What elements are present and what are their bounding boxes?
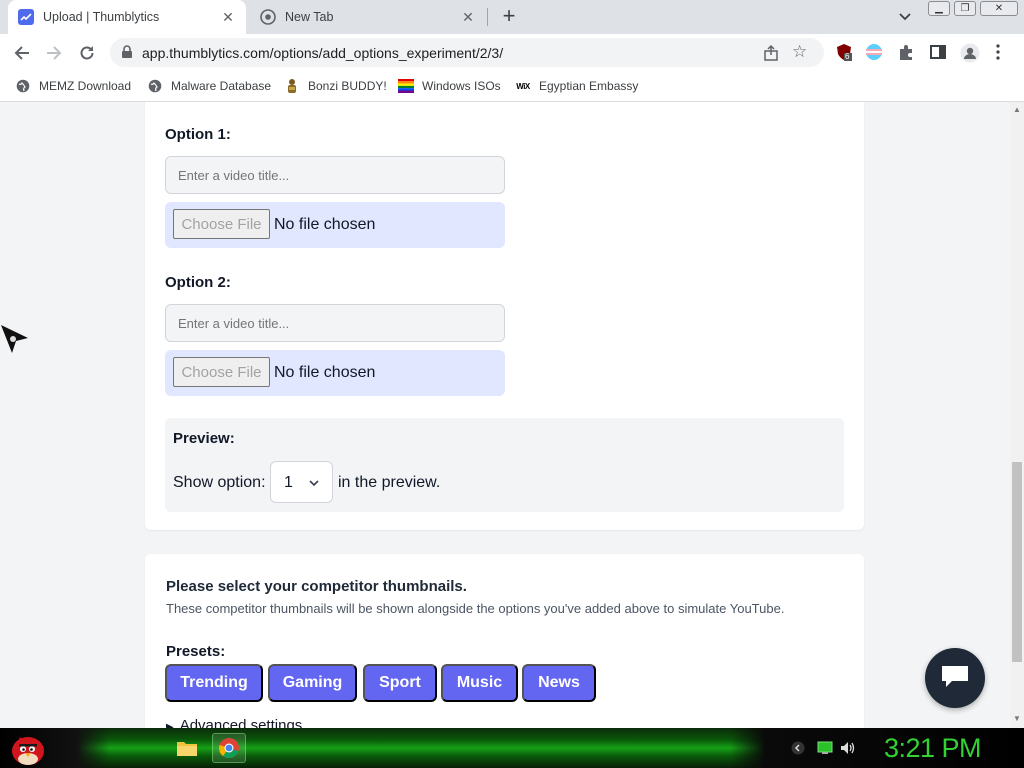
bookmark-label: Bonzi BUDDY! xyxy=(308,79,387,93)
show-option-label: Show option: xyxy=(173,474,266,491)
presets-label: Presets: xyxy=(166,643,226,660)
taskbar-clock[interactable]: 3:21 PM xyxy=(884,733,982,764)
chat-bubble-icon xyxy=(940,663,970,694)
bookmark-windows-isos[interactable]: Windows ISOs xyxy=(398,77,501,95)
tray-arrow-icon[interactable] xyxy=(790,740,806,756)
advanced-settings-toggle[interactable]: ▶ Advanced settings xyxy=(166,717,302,728)
thumblytics-favicon-icon xyxy=(18,9,34,25)
chrome-favicon-icon xyxy=(260,9,276,25)
preset-sport-button[interactable]: Sport xyxy=(363,664,437,702)
chrome-taskbar-icon[interactable] xyxy=(212,733,246,763)
menu-kebab-icon[interactable] xyxy=(995,43,1005,61)
file-explorer-folder-icon[interactable] xyxy=(170,733,204,763)
bookmark-label: Egyptian Embassy xyxy=(539,79,639,93)
taskbar: 3:21 PM xyxy=(0,728,1024,768)
chat-widget-button[interactable] xyxy=(925,648,985,708)
selected-option-value: 1 xyxy=(284,474,293,491)
scrollbar-thumb[interactable] xyxy=(1012,462,1022,662)
preset-trending-button[interactable]: Trending xyxy=(165,664,263,702)
globe-icon xyxy=(15,78,31,94)
choose-file-button[interactable]: Choose File xyxy=(173,209,270,239)
close-window-icon[interactable]: ✕ xyxy=(980,1,1018,16)
restore-window-icon[interactable]: ❐ xyxy=(954,1,976,16)
bookmark-label: MEMZ Download xyxy=(39,79,132,93)
tab-thumblytics[interactable]: Upload | Thumblytics ✕ xyxy=(8,0,246,34)
tab-close-icon[interactable]: ✕ xyxy=(220,9,236,25)
file-status-text: No file chosen xyxy=(274,216,376,233)
tab-close-icon[interactable]: ✕ xyxy=(460,9,476,25)
mouse-cursor-icon xyxy=(0,324,30,354)
tab-separator xyxy=(487,8,488,26)
minimize-window-icon[interactable]: ▁ xyxy=(928,1,950,16)
tab-new-tab[interactable]: New Tab ✕ xyxy=(250,0,486,34)
bookmark-label: Windows ISOs xyxy=(422,79,501,93)
bookmark-bonzi-buddy[interactable]: Bonzi BUDDY! xyxy=(284,77,387,95)
address-bar[interactable]: app.thumblytics.com/options/add_options_… xyxy=(110,38,824,67)
tab-title: Upload | Thumblytics xyxy=(43,10,160,24)
preset-news-button[interactable]: News xyxy=(522,664,596,702)
tab-strip: Upload | Thumblytics ✕ New Tab ✕ + ▁ ❐ ✕ xyxy=(0,0,1024,34)
tab-search-chevron-icon[interactable] xyxy=(896,8,914,26)
ublock-extension-icon[interactable]: 6 xyxy=(835,43,853,61)
competitor-card: Please select your competitor thumbnails… xyxy=(145,554,864,728)
option-1-file-input[interactable]: Choose File No file chosen xyxy=(165,202,505,248)
preview-title: Preview: xyxy=(173,430,235,447)
option-1-title-input[interactable] xyxy=(165,156,505,194)
advanced-settings-label: Advanced settings xyxy=(179,717,303,728)
reload-icon[interactable] xyxy=(76,42,98,64)
tab-title: New Tab xyxy=(285,10,334,24)
scroll-up-arrow-icon[interactable]: ▲ xyxy=(1013,106,1021,114)
lock-icon xyxy=(120,45,134,59)
page-scrollbar[interactable]: ▲ ▼ xyxy=(1010,102,1024,728)
file-status-text: No file chosen xyxy=(274,364,376,381)
in-preview-label: in the preview. xyxy=(338,474,441,491)
network-monitor-icon[interactable] xyxy=(817,740,833,756)
extensions-puzzle-icon[interactable] xyxy=(897,43,915,61)
bookmarks-bar: MEMZ Download Malware Database Bonzi BUD… xyxy=(0,71,1024,102)
bonzi-icon xyxy=(284,78,300,94)
option-2-title-input[interactable] xyxy=(165,304,505,342)
wix-icon: WiX xyxy=(516,81,530,91)
extension-badge: 6 xyxy=(845,52,850,61)
share-icon[interactable] xyxy=(762,44,780,62)
option-2-file-input[interactable]: Choose File No file chosen xyxy=(165,350,505,396)
page-viewport: Option 1: Choose File No file chosen Opt… xyxy=(0,102,1010,728)
preview-option-select[interactable]: 1 xyxy=(270,461,333,503)
choose-file-button[interactable]: Choose File xyxy=(173,357,270,387)
browser-toolbar: app.thumblytics.com/options/add_options_… xyxy=(0,34,1024,71)
globe-icon xyxy=(147,78,163,94)
chevron-down-icon xyxy=(308,476,320,488)
option-1-label: Option 1: xyxy=(165,126,231,143)
competitor-description: These competitor thumbnails will be show… xyxy=(166,601,785,616)
url-text[interactable]: app.thumblytics.com/options/add_options_… xyxy=(142,45,503,61)
back-arrow-icon[interactable] xyxy=(11,42,33,64)
bookmark-malware-database[interactable]: Malware Database xyxy=(147,77,271,95)
bookmark-star-icon[interactable]: ☆ xyxy=(792,43,810,61)
forward-arrow-icon[interactable] xyxy=(43,42,65,64)
bookmark-egyptian-embassy[interactable]: WiX Egyptian Embassy xyxy=(515,77,638,95)
start-button-angry-bird-icon[interactable] xyxy=(8,729,48,767)
side-panel-icon[interactable] xyxy=(929,43,947,61)
preset-gaming-button[interactable]: Gaming xyxy=(268,664,357,702)
preset-music-button[interactable]: Music xyxy=(441,664,518,702)
options-card: Option 1: Choose File No file chosen Opt… xyxy=(145,102,864,530)
bookmark-memz-download[interactable]: MEMZ Download xyxy=(15,77,131,95)
flag-extension-icon[interactable] xyxy=(865,43,883,61)
scroll-down-arrow-icon[interactable]: ▼ xyxy=(1013,715,1021,723)
bookmark-label: Malware Database xyxy=(171,79,272,93)
new-tab-plus-icon[interactable]: + xyxy=(498,5,520,28)
preview-section: Preview: Show option: 1 in the preview. xyxy=(165,418,844,512)
volume-speaker-icon[interactable] xyxy=(840,740,856,756)
windows-flag-icon xyxy=(398,78,414,94)
competitor-title: Please select your competitor thumbnails… xyxy=(166,578,467,595)
option-2-label: Option 2: xyxy=(165,274,231,291)
profile-avatar-icon[interactable] xyxy=(960,43,980,63)
